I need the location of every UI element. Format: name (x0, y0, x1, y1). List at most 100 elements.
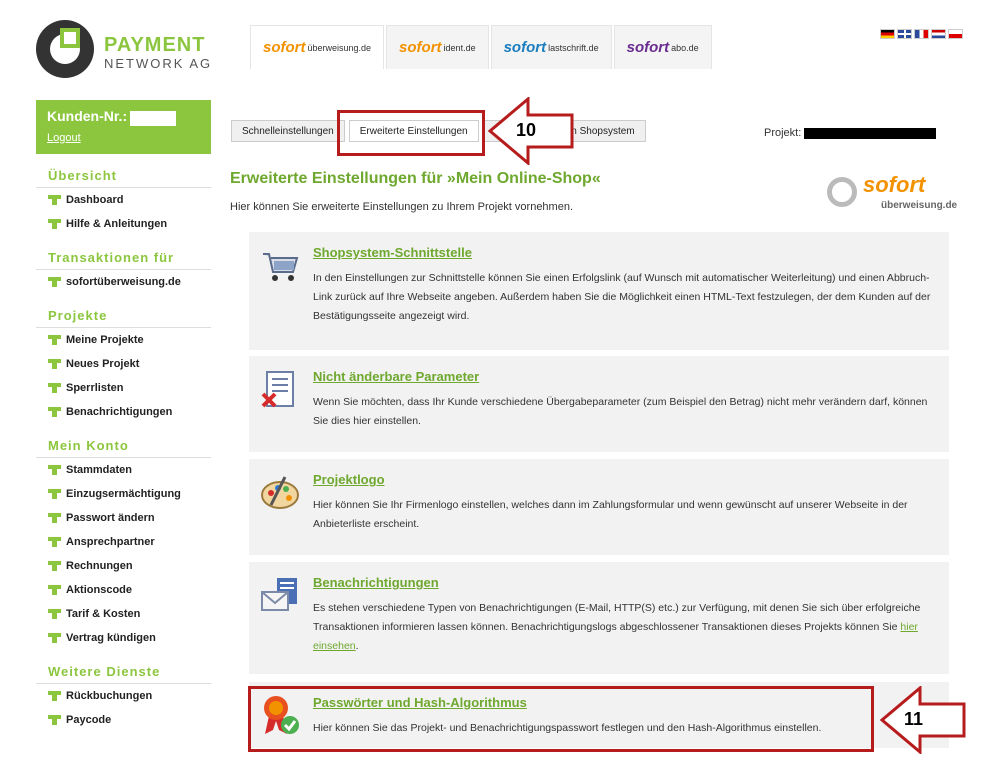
sidebar-item[interactable]: Paycode (36, 708, 211, 732)
logout-link[interactable]: Logout (47, 132, 200, 144)
sidebar-item-label: Meine Projekte (66, 334, 144, 346)
sidebar-item-label: Paycode (66, 714, 112, 726)
sidebar-item[interactable]: Tarif & Kosten (36, 602, 211, 626)
panel-nicht-aenderbare-parameter: Nicht änderbare Parameter Wenn Sie möcht… (249, 356, 949, 452)
brand-word: sofort (399, 39, 442, 56)
sidebar-item[interactable]: Meine Projekte (36, 328, 211, 352)
sidebar-item[interactable]: Benachrichtigungen (36, 400, 211, 424)
brand-word: sofort (626, 39, 670, 56)
payment-network-logo[interactable]: PAYMENT NETWORK AG (36, 20, 236, 80)
customer-box: Kunden-Nr.: Logout (36, 100, 211, 154)
brand-domain: überweisung.de (307, 42, 372, 53)
green-bullet-icon (48, 489, 61, 499)
sidebar-item-label: Sperrlisten (66, 382, 124, 394)
green-bullet-icon (48, 383, 61, 393)
flag-nl-icon[interactable] (931, 29, 946, 39)
logo-square-icon (60, 28, 80, 48)
sidebar-section-title: Weitere Dienste (36, 664, 211, 684)
sidebar-item-label: sofortüberweisung.de (66, 276, 181, 288)
flag-fr-icon[interactable] (914, 29, 929, 39)
customer-number-redacted (130, 110, 177, 126)
panel-title-link[interactable]: Benachrichtigungen (313, 575, 939, 590)
sidebar-item[interactable]: Passwort ändern (36, 506, 211, 530)
brand-tab-ident[interactable]: sofort ident.de (386, 25, 489, 69)
panel-description: Es stehen verschiedene Typen von Benachr… (313, 599, 939, 656)
panel-description-text: Es stehen verschiedene Typen von Benachr… (313, 602, 921, 633)
brand-domain: lastschrift.de (548, 42, 599, 53)
top-bar: PAYMENT NETWORK AG sofort überweisung.de … (0, 0, 983, 84)
language-flags (880, 29, 963, 39)
callout-number: 10 (516, 120, 537, 140)
brand-word: sofort (263, 39, 306, 56)
project-label: Projekt: (764, 127, 802, 139)
sidebar-item[interactable]: Rechnungen (36, 554, 211, 578)
sofort-word: sofort (863, 172, 926, 197)
callout-number: 11 (904, 709, 924, 729)
sidebar-item[interactable]: Rückbuchungen (36, 684, 211, 708)
panel-shopsystem-schnittstelle: Shopsystem-Schnittstelle In den Einstell… (249, 232, 949, 350)
sidebar-item[interactable]: Stammdaten (36, 458, 211, 482)
paint-palette-icon (261, 476, 299, 509)
sidebar-item[interactable]: Aktionscode (36, 578, 211, 602)
panel-description: Hier können Sie Ihr Firmenlogo einstelle… (313, 499, 908, 530)
sidebar-item-label: Dashboard (66, 194, 124, 206)
sidebar: Kunden-Nr.: Logout Übersicht Dashboard Hil… (36, 100, 211, 780)
sidebar-item-label: Tarif & Kosten (66, 608, 141, 620)
brand-tab-abo[interactable]: sofort abo.de (613, 25, 712, 69)
panel-description: In den Einstellungen zur Schnittstelle k… (313, 272, 931, 322)
green-bullet-icon (48, 609, 61, 619)
flag-pl-icon[interactable] (948, 29, 963, 39)
sidebar-item-label: Einzugsermächtigung (66, 488, 181, 500)
brand-tab-ueberweisung[interactable]: sofort überweisung.de (250, 25, 385, 69)
envelope-notification-icon (261, 578, 297, 611)
panel-title-link[interactable]: Projektlogo (313, 472, 939, 487)
sidebar-item[interactable]: Einzugsermächtigung (36, 482, 211, 506)
sidebar-item-label: Vertrag kündigen (66, 632, 156, 644)
brand-domain: ident.de (443, 42, 476, 53)
main-content: Schnelleinstellungen Erweiterte Einstell… (215, 100, 968, 780)
callout-arrow-10: 10 (487, 95, 574, 167)
tab-schnelleinstellungen[interactable]: Schnelleinstellungen (231, 120, 345, 142)
logo-subtext: NETWORK AG (104, 56, 213, 71)
green-bullet-icon (48, 585, 61, 595)
flag-uk-icon[interactable] (897, 29, 912, 39)
logo-text: PAYMENT (104, 34, 206, 56)
sidebar-item-label: Passwort ändern (66, 512, 155, 524)
sidebar-item[interactable]: Ansprechpartner (36, 530, 211, 554)
sidebar-sections: Übersicht Dashboard Hilfe & Anleitungen Tra… (36, 168, 211, 732)
brand-tab-lastschrift[interactable]: sofort lastschrift.de (490, 25, 612, 69)
sidebar-item-label: Aktionscode (66, 584, 133, 596)
brand-tabs: sofort überweisung.de sofort ident.de sofo… (250, 25, 712, 69)
green-bullet-icon (48, 359, 61, 369)
sidebar-item[interactable]: Sperrlisten (36, 376, 211, 400)
green-bullet-icon (48, 691, 61, 701)
sidebar-item[interactable]: Neues Projekt (36, 352, 211, 376)
green-bullet-icon (48, 537, 61, 547)
page-title: Erweiterte Einstellungen für »Mein Onlin… (230, 170, 601, 187)
green-bullet-icon (48, 219, 61, 229)
panel-title-link[interactable]: Nicht änderbare Parameter (313, 369, 939, 384)
panel-description-end: . (355, 640, 359, 652)
sidebar-section-title: Transaktionen für (36, 250, 211, 270)
sidebar-item[interactable]: Dashboard (36, 188, 211, 212)
panel-title-link[interactable]: Shopsystem-Schnittstelle (313, 245, 939, 260)
sidebar-item[interactable]: sofortüberweisung.de (36, 270, 211, 294)
green-bullet-icon (48, 277, 61, 287)
panel-description: Wenn Sie möchten, dass Ihr Kunde verschi… (313, 396, 928, 427)
project-selector: Projekt: (764, 127, 937, 139)
sidebar-item-label: Ansprechpartner (66, 536, 155, 548)
green-bullet-icon (48, 633, 61, 643)
green-bullet-icon (48, 513, 61, 523)
sidebar-item-label: Benachrichtigungen (66, 406, 173, 418)
shopping-cart-icon (263, 253, 299, 281)
green-bullet-icon (48, 715, 61, 725)
flag-de-icon[interactable] (880, 29, 895, 39)
brand-domain: abo.de (671, 42, 699, 53)
sidebar-item[interactable]: Hilfe & Anleitungen (36, 212, 211, 236)
highlight-box-panel (248, 686, 874, 752)
project-name-redacted (804, 127, 937, 139)
sidebar-section-title: Übersicht (36, 168, 211, 188)
customer-number-label: Kunden-Nr.: (47, 108, 128, 124)
sidebar-item[interactable]: Vertrag kündigen (36, 626, 211, 650)
panel-benachrichtigungen: Benachrichtigungen Es stehen verschieden… (249, 562, 949, 674)
